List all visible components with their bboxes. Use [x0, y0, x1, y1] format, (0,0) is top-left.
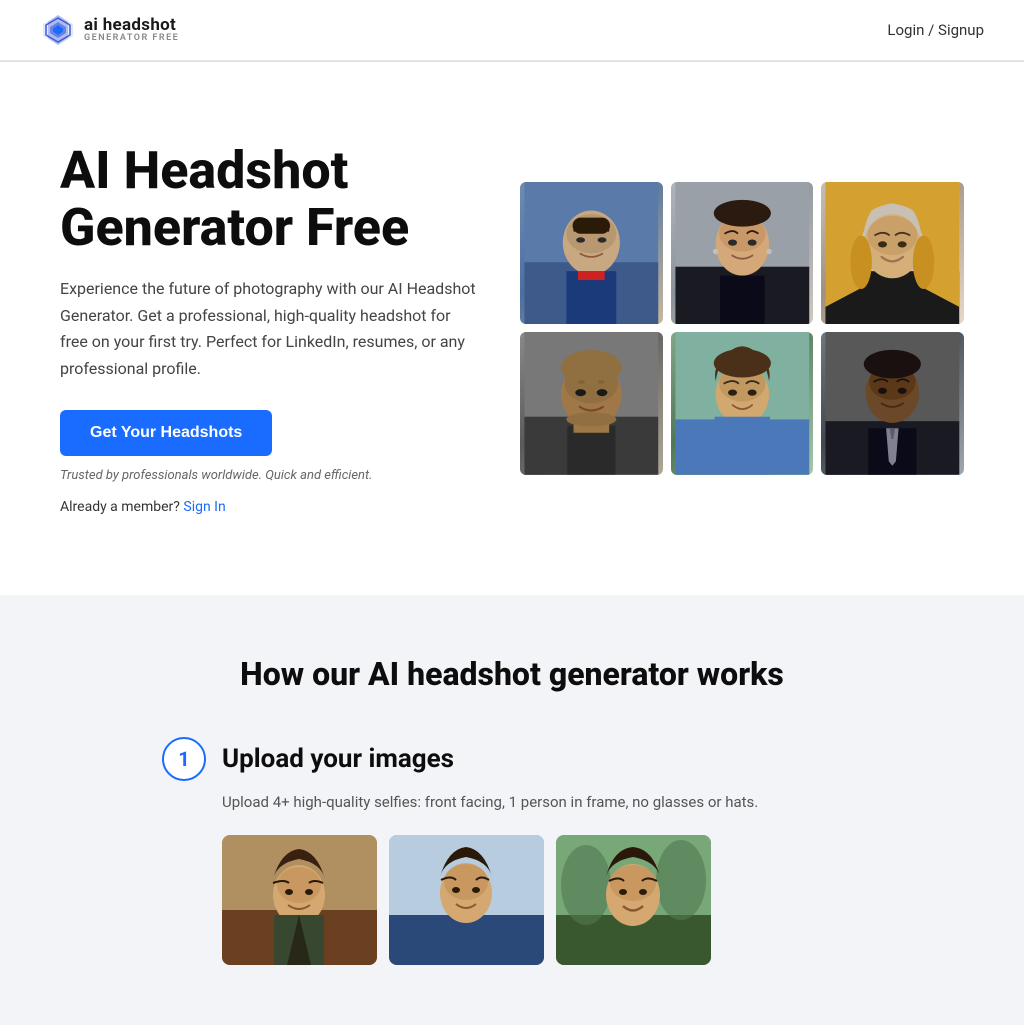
sample-photos-row — [222, 835, 862, 965]
brand-icon — [40, 12, 76, 48]
brand-name: ai headshot — [84, 16, 179, 35]
step-1-description: Upload 4+ high-quality selfies: front fa… — [222, 793, 862, 811]
sample-face-3 — [556, 835, 711, 965]
hero-section: AI Headshot Generator Free Experience th… — [0, 62, 1024, 595]
headshot-image-1 — [520, 182, 663, 325]
trusted-text: Trusted by professionals worldwide. Quic… — [60, 468, 480, 483]
sign-in-link[interactable]: Sign In — [183, 499, 225, 515]
headshot-grid — [520, 182, 964, 475]
logo[interactable]: ai headshot GENERATOR FREE — [40, 12, 179, 48]
face-svg-3 — [821, 182, 964, 325]
face-svg-4 — [520, 332, 663, 475]
face-svg-5 — [671, 332, 814, 475]
sample-face-2 — [389, 835, 544, 965]
how-title: How our AI headshot generator works — [40, 655, 984, 693]
step-1-header: 1 Upload your images — [162, 737, 862, 781]
how-section: How our AI headshot generator works 1 Up… — [0, 595, 1024, 1025]
member-prompt: Already a member? Sign In — [60, 499, 480, 515]
step-1-label: Upload your images — [222, 744, 454, 774]
headshot-image-4 — [520, 332, 663, 475]
headshot-image-2 — [671, 182, 814, 325]
headshot-image-5 — [671, 332, 814, 475]
headshot-image-6 — [821, 332, 964, 475]
sample-photo-1 — [222, 835, 377, 965]
hero-content: AI Headshot Generator Free Experience th… — [60, 142, 480, 515]
face-svg-6 — [821, 332, 964, 475]
brand-tagline: GENERATOR FREE — [84, 34, 179, 44]
step-1-number: 1 — [162, 737, 206, 781]
sample-photo-3 — [556, 835, 711, 965]
headshot-image-3 — [821, 182, 964, 325]
sample-face-1 — [222, 835, 377, 965]
sample-photo-2 — [389, 835, 544, 965]
logo-text: ai headshot GENERATOR FREE — [84, 16, 179, 45]
auth-link[interactable]: Login / Signup — [887, 21, 984, 39]
face-svg-1 — [520, 182, 663, 325]
get-headshots-button[interactable]: Get Your Headshots — [60, 410, 272, 456]
steps-container: 1 Upload your images Upload 4+ high-qual… — [162, 737, 862, 965]
site-header: ai headshot GENERATOR FREE Login / Signu… — [0, 0, 1024, 61]
hero-description: Experience the future of photography wit… — [60, 276, 480, 382]
hero-title: AI Headshot Generator Free — [60, 142, 480, 256]
face-svg-2 — [671, 182, 814, 325]
